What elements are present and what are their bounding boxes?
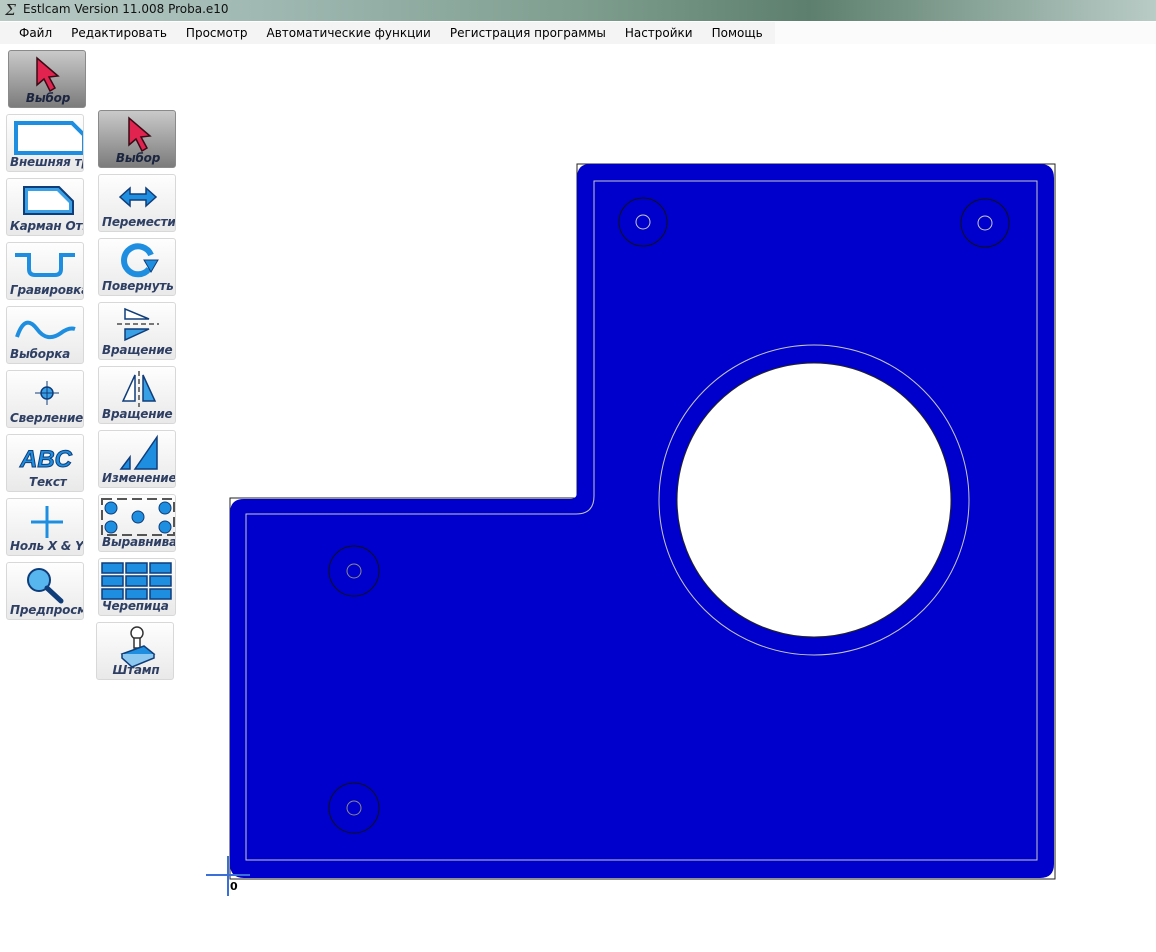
tool-text-label: Текст [29,475,67,489]
tool-mirror-vertical[interactable]: Вращение в [98,366,176,424]
tool-select-secondary-label: Выбор [115,151,161,165]
window-title: Estlcam Version 11.008 Proba.e10 [23,2,229,16]
estlcam-app-icon: Σ [5,1,16,19]
part-toolpath-fill [230,164,1054,878]
tool-pocket[interactable]: Карман Отве [6,178,84,236]
tool-text[interactable]: ABC Текст [6,434,84,492]
tool-tile-label: Черепица [102,599,169,613]
tool-zero-xy-label: Ноль X & Y [10,539,84,553]
menu-automatic-functions[interactable]: Автоматические функции [258,22,440,44]
tool-engrave[interactable]: Гравировка [6,242,84,300]
tool-mirror-vertical-label: Вращение в [102,407,176,421]
menu-settings[interactable]: Настройки [616,22,702,44]
tool-tile[interactable]: Черепица [98,558,176,616]
tool-rotate[interactable]: Повернуть [98,238,176,296]
tool-rotate-label: Повернуть [102,279,174,293]
tool-outer-contour-label: Внешняя тр [10,155,84,169]
tool-move-label: Перемести [102,215,176,229]
tool-carve-label: Выборка [10,347,71,361]
tool-engrave-label: Гравировка [10,283,84,297]
tool-select-secondary[interactable]: Выбор [98,110,176,168]
tool-mirror-horizontal-label: Вращение в [102,343,176,357]
tool-carve[interactable]: Выборка [6,306,84,364]
tool-outer-contour[interactable]: Внешняя тр [6,114,84,172]
tool-align[interactable]: Выравниван [98,494,176,552]
menu-bar-filler [775,22,1156,44]
big-hole-edge [676,362,952,638]
menu-registration[interactable]: Регистрация программы [441,22,615,44]
tool-drill-label: Сверление [10,411,84,425]
tool-select-label: Выбор [25,91,71,105]
origin-zero-label: 0 [230,880,238,893]
tool-preview-label: Предпросмо [10,603,83,617]
tool-resize-label: Изменение р [102,471,176,485]
tool-mirror-horizontal[interactable]: Вращение в [98,302,176,360]
tool-drill[interactable]: Сверление [6,370,84,428]
tool-align-label: Выравниван [102,535,175,549]
tool-select[interactable]: Выбор [8,50,86,108]
tool-stamp-label: Штамп [112,663,160,677]
tool-preview[interactable]: Предпросмо [6,562,84,620]
tool-resize[interactable]: Изменение р [98,430,176,488]
svg-text:ABC: ABC [19,446,73,473]
tool-zero-xy[interactable]: Ноль X & Y [6,498,84,556]
tool-stamp[interactable]: Штамп [96,622,174,680]
menu-bar: Файл Редактировать Просмотр Автоматическ… [0,22,775,44]
tool-pocket-label: Карман Отве [10,219,83,233]
tool-move[interactable]: Перемести [98,174,176,232]
menu-view[interactable]: Просмотр [177,22,257,44]
menu-edit[interactable]: Редактировать [62,22,176,44]
menu-file[interactable]: Файл [10,22,61,44]
menu-help[interactable]: Помощь [703,22,772,44]
title-bar: Σ Estlcam Version 11.008 Proba.e10 [0,0,1156,21]
